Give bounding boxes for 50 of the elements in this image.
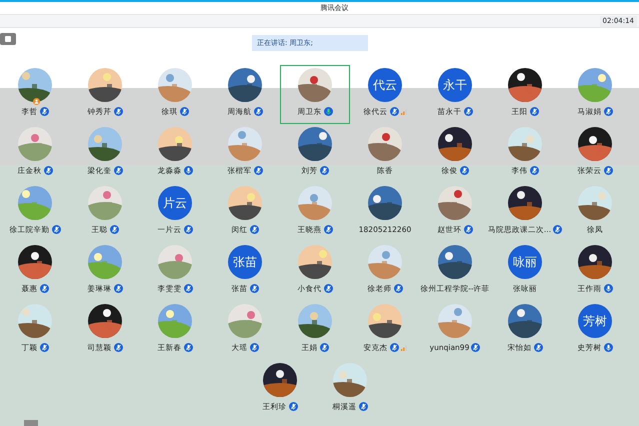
muted-mic-icon[interactable]: [471, 343, 480, 352]
muted-mic-icon[interactable]: [40, 343, 48, 352]
muted-mic-icon[interactable]: [40, 284, 48, 294]
muted-mic-icon[interactable]: [254, 166, 262, 176]
muted-mic-icon[interactable]: [324, 284, 332, 294]
avatar: 张苗: [228, 245, 262, 279]
muted-mic-icon[interactable]: [358, 402, 368, 412]
avatar: 芳树: [578, 304, 612, 338]
muted-mic-icon[interactable]: [110, 225, 118, 234]
muted-mic-icon[interactable]: [390, 343, 398, 352]
muted-mic-icon[interactable]: [40, 107, 48, 116]
muted-mic-icon[interactable]: [250, 284, 258, 294]
muted-mic-icon[interactable]: [464, 107, 472, 116]
muted-mic-icon[interactable]: [320, 166, 328, 176]
muted-mic-icon[interactable]: [534, 343, 542, 352]
avatar: 代云: [368, 68, 402, 102]
muted-mic-icon[interactable]: [288, 402, 298, 412]
avatar: 咏丽: [508, 245, 542, 279]
muted-mic-icon[interactable]: [250, 343, 258, 352]
muted-mic-icon[interactable]: [604, 166, 612, 176]
muted-mic-icon[interactable]: [114, 343, 122, 352]
avatar: 片云: [158, 186, 192, 220]
avatar: 永干: [438, 68, 472, 102]
muted-mic-icon[interactable]: [114, 166, 122, 176]
muted-mic-icon[interactable]: [184, 343, 192, 352]
muted-mic-icon[interactable]: [184, 225, 192, 234]
muted-mic-icon[interactable]: [553, 225, 562, 234]
muted-mic-icon[interactable]: [44, 166, 52, 176]
muted-mic-icon[interactable]: [394, 284, 402, 294]
muted-mic-icon[interactable]: [460, 166, 468, 176]
stop-button[interactable]: [0, 33, 16, 45]
stop-icon: [5, 36, 11, 42]
muted-mic-icon[interactable]: [254, 107, 262, 116]
muted-mic-icon[interactable]: [604, 107, 612, 116]
muted-mic-icon[interactable]: [530, 166, 538, 176]
mic-icon[interactable]: [604, 284, 612, 294]
muted-mic-icon[interactable]: [250, 225, 258, 234]
muted-mic-icon[interactable]: [184, 284, 192, 294]
muted-mic-icon[interactable]: [320, 343, 328, 352]
muted-mic-icon[interactable]: [180, 107, 188, 116]
muted-mic-icon[interactable]: [464, 225, 472, 234]
muted-mic-icon[interactable]: [530, 107, 538, 116]
muted-mic-icon[interactable]: [390, 107, 398, 116]
muted-mic-icon[interactable]: [52, 225, 60, 234]
muted-mic-icon[interactable]: [114, 107, 122, 116]
mic-icon[interactable]: [324, 107, 332, 116]
mic-icon[interactable]: [604, 343, 612, 352]
mic-icon[interactable]: [184, 166, 192, 176]
muted-mic-icon[interactable]: [114, 284, 122, 294]
muted-mic-icon[interactable]: [324, 225, 332, 234]
